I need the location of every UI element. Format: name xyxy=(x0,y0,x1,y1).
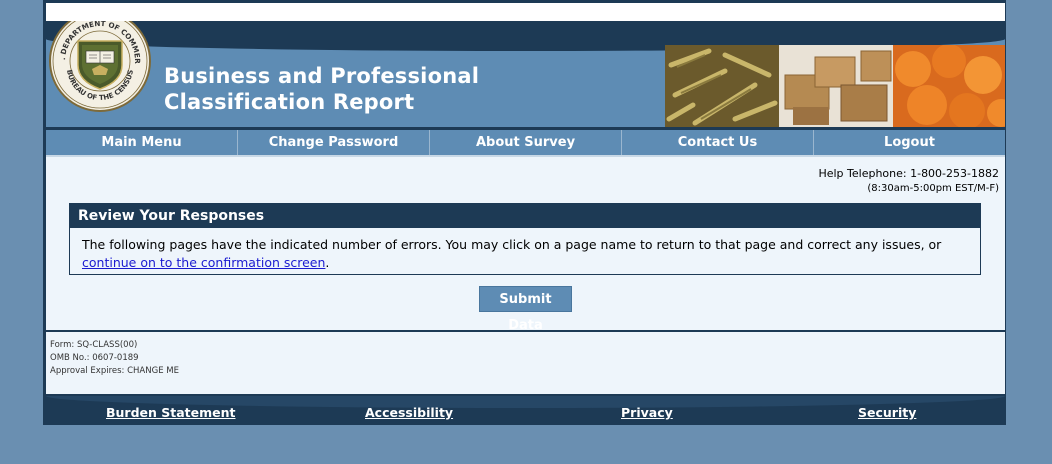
continue-confirmation-link[interactable]: continue on to the confirmation screen xyxy=(82,255,325,270)
review-heading: Review Your Responses xyxy=(70,204,980,228)
page-frame: U.S. DEPARTMENT OF COMMERCE BUREAU OF TH… xyxy=(43,0,1006,425)
review-text: The following pages have the indicated n… xyxy=(82,237,942,252)
nav-main-menu[interactable]: Main Menu xyxy=(46,130,238,155)
review-message: The following pages have the indicated n… xyxy=(70,228,980,272)
footer-burden-statement-link[interactable]: Burden Statement xyxy=(106,405,236,420)
top-strip xyxy=(46,3,1005,21)
nav-logout[interactable]: Logout xyxy=(814,130,1005,155)
approval-expires: Approval Expires: CHANGE ME xyxy=(50,366,179,376)
footer-accessibility-link[interactable]: Accessibility xyxy=(365,405,453,420)
form-metadata: Form: SQ-CLASS(00) OMB No.: 0607-0189 Ap… xyxy=(46,332,1005,394)
main-nav: Main Menu Change Password About Survey C… xyxy=(46,130,1005,157)
census-seal-logo: U.S. DEPARTMENT OF COMMERCE BUREAU OF TH… xyxy=(48,21,151,112)
review-panel: Review Your Responses The following page… xyxy=(69,203,981,275)
app-title: Business and Professional Classification… xyxy=(164,63,479,115)
help-hours: (8:30am-5:00pm EST/M-F) xyxy=(867,183,999,194)
nav-about-survey[interactable]: About Survey xyxy=(430,130,622,155)
footer-privacy-link[interactable]: Privacy xyxy=(621,405,673,420)
review-link-suffix: . xyxy=(325,255,330,270)
omb-number: OMB No.: 0607-0189 xyxy=(50,353,139,363)
footer: Burden Statement Accessibility Privacy S… xyxy=(46,396,1005,423)
nav-change-password[interactable]: Change Password xyxy=(238,130,430,155)
header-photo-collage xyxy=(665,45,1005,127)
form-id: Form: SQ-CLASS(00) xyxy=(50,340,138,350)
title-line-1: Business and Professional xyxy=(164,64,480,88)
header-banner: U.S. DEPARTMENT OF COMMERCE BUREAU OF TH… xyxy=(46,21,1005,127)
main-content: Help Telephone: 1-800-253-1882 (8:30am-5… xyxy=(46,157,1005,333)
nav-contact-us[interactable]: Contact Us xyxy=(622,130,814,155)
help-info: Help Telephone: 1-800-253-1882 (8:30am-5… xyxy=(818,166,999,196)
footer-security-link[interactable]: Security xyxy=(858,405,916,420)
submit-data-button[interactable]: Submit Data xyxy=(479,286,572,333)
help-telephone: Help Telephone: 1-800-253-1882 xyxy=(818,167,999,180)
title-line-2: Classification Report xyxy=(164,90,415,114)
